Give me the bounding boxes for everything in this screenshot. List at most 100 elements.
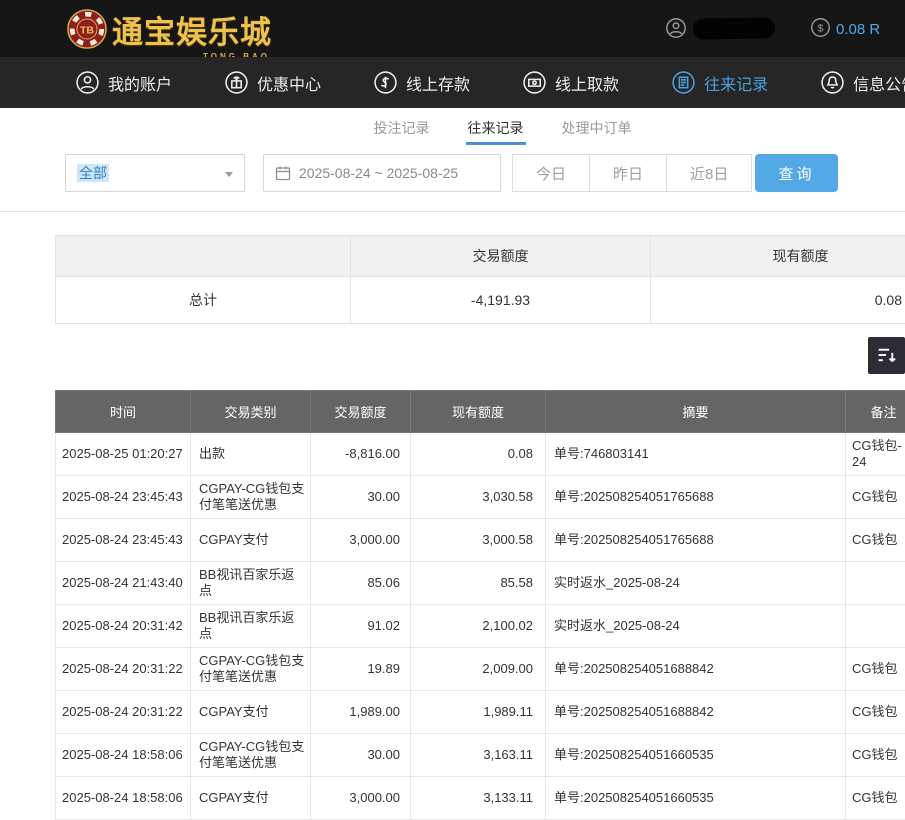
balance-amount: 0.08 — [836, 21, 865, 38]
col-header-balance: 现有额度 — [411, 391, 546, 433]
tab-pending-orders[interactable]: 处理中订单 — [560, 108, 634, 145]
cell-amount: 30.00 — [311, 734, 411, 777]
cell-summary: 单号:202508254051688842 — [546, 648, 846, 691]
table-row: 2025-08-24 18:58:06 CGPAY-CG钱包支付笔笔送优惠 30… — [56, 734, 905, 777]
cell-time: 2025-08-24 23:45:43 — [56, 476, 191, 519]
cell-time: 2025-08-25 01:20:27 — [56, 433, 191, 476]
sort-descending-button[interactable] — [868, 337, 905, 374]
cell-time: 2025-08-24 23:45:43 — [56, 519, 191, 562]
nav-item-withdraw[interactable]: 线上取款 — [522, 70, 619, 95]
main-navbar: 我的账户 优惠中心 线上存款 线上取款 往来记录 信息公告 — [0, 57, 905, 108]
topbar-account-area: $ 0.08 R — [665, 0, 905, 57]
col-header-amount: 交易额度 — [311, 391, 411, 433]
yesterday-button[interactable]: 昨日 — [589, 154, 667, 192]
col-header-summary: 摘要 — [546, 391, 846, 433]
cell-time: 2025-08-24 18:58:06 — [56, 777, 191, 820]
table-row: 2025-08-24 21:43:40 BB视讯百家乐返点 85.06 85.5… — [56, 562, 905, 605]
table-row: 2025-08-24 20:31:22 CGPAY支付 1,989.00 1,9… — [56, 691, 905, 734]
cell-remark: CG钱包 — [846, 777, 905, 820]
balance-display: 0.08 R — [836, 21, 880, 38]
nav-item-deposit[interactable]: 线上存款 — [373, 70, 470, 95]
gift-icon — [224, 70, 249, 95]
cell-balance: 0.08 — [411, 433, 546, 476]
table-row: 2025-08-25 01:20:27 出款 -8,816.00 0.08 单号… — [56, 433, 905, 476]
tab-transaction-records[interactable]: 往来记录 — [466, 108, 526, 145]
cell-amount: -8,816.00 — [311, 433, 411, 476]
nav-item-label: 往来记录 — [704, 71, 768, 95]
cell-balance: 3,163.11 — [411, 734, 546, 777]
cell-remark: CG钱包 — [846, 691, 905, 734]
cell-balance: 3,133.11 — [411, 777, 546, 820]
cell-amount: 91.02 — [311, 605, 411, 648]
nav-item-transaction-records[interactable]: 往来记录 — [671, 70, 768, 95]
summary-header-empty — [56, 236, 351, 277]
cell-time: 2025-08-24 18:58:06 — [56, 734, 191, 777]
section-divider — [0, 211, 905, 212]
summary-total-amount: -4,191.93 — [351, 277, 651, 324]
user-avatar-icon[interactable] — [665, 17, 687, 39]
cell-remark — [846, 605, 905, 648]
date-range-input[interactable]: 2025-08-24 ~ 2025-08-25 — [263, 154, 501, 192]
nav-item-announcements[interactable]: 信息公告 — [820, 70, 905, 95]
cell-type: CGPAY-CG钱包支付笔笔送优惠 — [191, 734, 311, 777]
table-row: 2025-08-24 23:45:43 CGPAY-CG钱包支付笔笔送优惠 30… — [56, 476, 905, 519]
nav-item-label: 信息公告 — [853, 71, 905, 95]
transaction-type-select[interactable]: 全部 — [65, 154, 245, 192]
cell-balance: 1,989.11 — [411, 691, 546, 734]
dollar-symbol: $ — [818, 22, 824, 34]
nav-item-label: 线上取款 — [555, 71, 619, 95]
cell-type: CGPAY支付 — [191, 691, 311, 734]
cell-summary: 单号:746803141 — [546, 433, 846, 476]
subnav: 投注记录 往来记录 处理中订单 — [0, 108, 905, 145]
table-header-row: 时间 交易类别 交易额度 现有额度 摘要 备注 — [56, 391, 905, 433]
cell-summary: 单号:202508254051688842 — [546, 691, 846, 734]
summary-table: 交易额度 现有额度 总计 -4,191.93 0.08 — [55, 235, 905, 324]
table-row: 2025-08-24 18:58:06 CGPAY支付 3,000.00 3,1… — [56, 777, 905, 820]
quick-date-buttons: 今日 昨日 近8日 — [513, 154, 752, 192]
filter-bar: 全部 2025-08-24 ~ 2025-08-25 今日 昨日 近8日 查询 — [0, 154, 905, 192]
cell-amount: 1,989.00 — [311, 691, 411, 734]
casino-chip-icon: TB — [66, 8, 108, 50]
cell-balance: 3,030.58 — [411, 476, 546, 519]
cell-time: 2025-08-24 20:31:22 — [56, 691, 191, 734]
nav-item-label: 优惠中心 — [257, 71, 321, 95]
cell-balance: 2,100.02 — [411, 605, 546, 648]
cell-remark — [846, 562, 905, 605]
cell-type: CGPAY-CG钱包支付笔笔送优惠 — [191, 648, 311, 691]
cell-type: CGPAY-CG钱包支付笔笔送优惠 — [191, 476, 311, 519]
user-icon — [75, 70, 100, 95]
cell-summary: 单号:202508254051660535 — [546, 734, 846, 777]
cell-amount: 3,000.00 — [311, 519, 411, 562]
chip-text: TB — [80, 24, 94, 36]
table-row: 2025-08-24 20:31:22 CGPAY-CG钱包支付笔笔送优惠 19… — [56, 648, 905, 691]
cell-amount: 85.06 — [311, 562, 411, 605]
nav-item-promotions[interactable]: 优惠中心 — [224, 70, 321, 95]
cell-summary: 单号:202508254051765688 — [546, 476, 846, 519]
bell-icon — [820, 70, 845, 95]
cell-remark: CG钱包 — [846, 734, 905, 777]
topbar: TB 通宝娱乐城 TONG BAO $ 0.08 R — [0, 0, 905, 57]
cell-time: 2025-08-24 20:31:22 — [56, 648, 191, 691]
nav-item-my-account[interactable]: 我的账户 — [75, 70, 172, 95]
chevron-down-icon — [225, 172, 233, 177]
today-button[interactable]: 今日 — [512, 154, 590, 192]
site-logo[interactable]: TB 通宝娱乐城 TONG BAO — [66, 7, 272, 51]
table-row: 2025-08-24 23:45:43 CGPAY支付 3,000.00 3,0… — [56, 519, 905, 562]
cell-balance: 3,000.58 — [411, 519, 546, 562]
col-header-time: 时间 — [56, 391, 191, 433]
col-header-type: 交易类别 — [191, 391, 311, 433]
date-range-value: 2025-08-24 ~ 2025-08-25 — [299, 165, 458, 181]
cell-type: CGPAY支付 — [191, 519, 311, 562]
summary-total-label: 总计 — [56, 277, 351, 324]
cell-type: 出款 — [191, 433, 311, 476]
tab-betting-records[interactable]: 投注记录 — [372, 108, 432, 145]
nav-item-label: 线上存款 — [406, 71, 470, 95]
withdraw-money-icon — [522, 70, 547, 95]
search-button[interactable]: 查询 — [755, 154, 838, 192]
dollar-coin-icon: $ — [810, 17, 831, 38]
cell-amount: 3,000.00 — [311, 777, 411, 820]
summary-header-amount: 交易额度 — [351, 236, 651, 277]
last-8-days-button[interactable]: 近8日 — [666, 154, 752, 192]
cell-summary: 实时返水_2025-08-24 — [546, 605, 846, 648]
sort-descending-icon — [876, 345, 897, 366]
